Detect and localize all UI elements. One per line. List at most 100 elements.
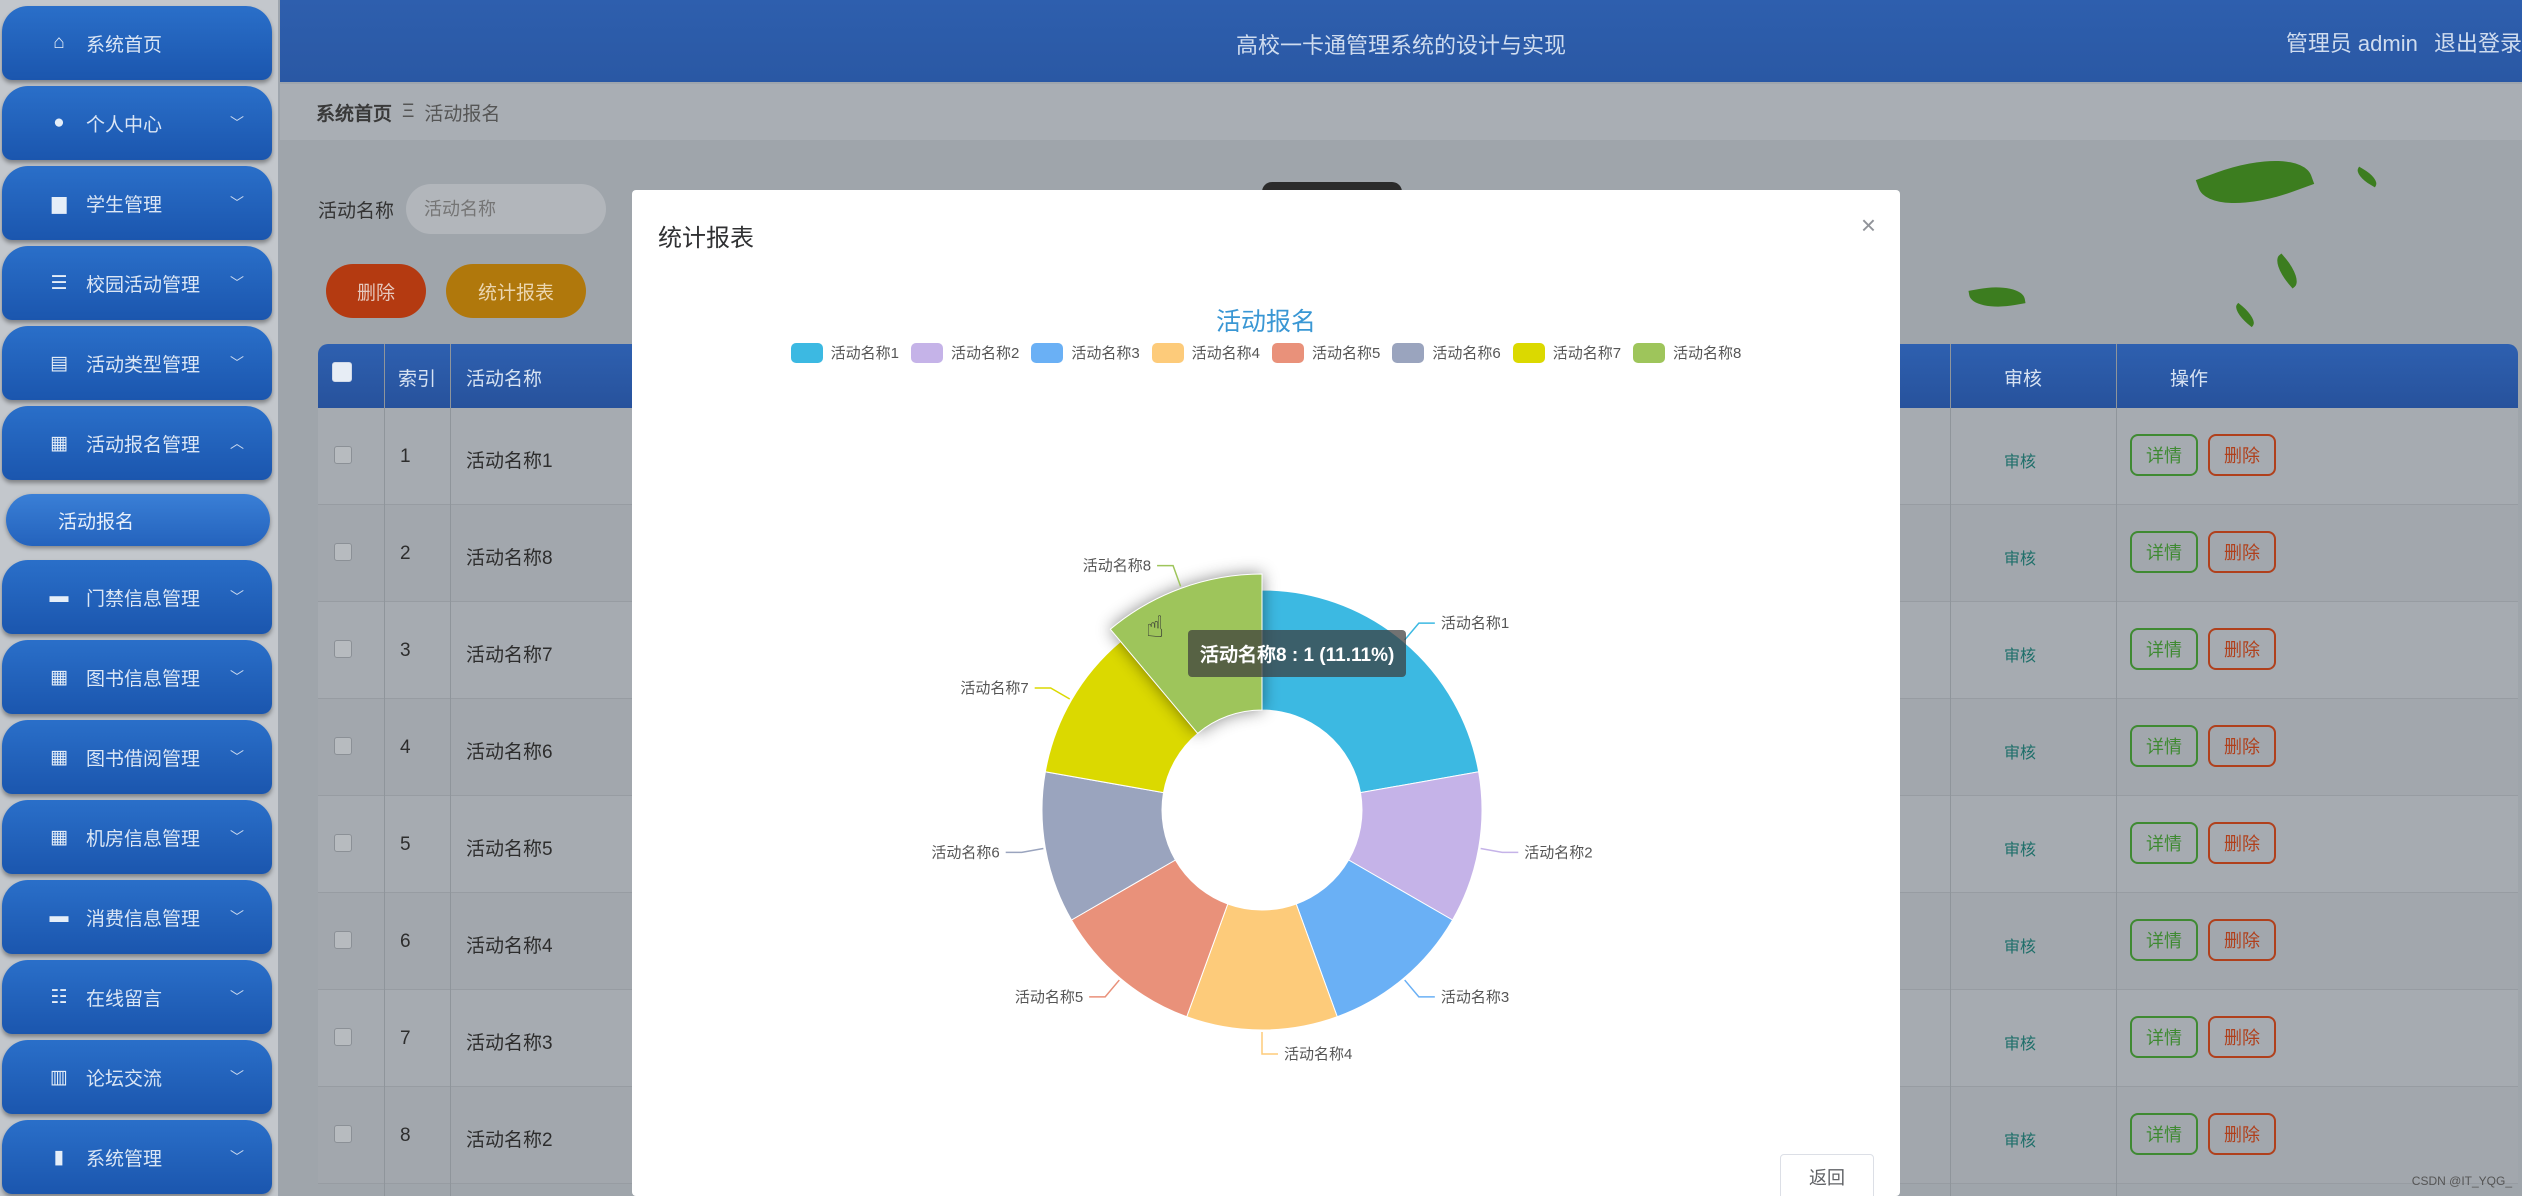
sidebar-item-home[interactable]: ⌂ 系统首页 xyxy=(2,6,272,80)
sidebar-item-campus-activity[interactable]: ☰ 校园活动管理 ﹀ xyxy=(2,246,272,320)
header-ops: 操作 xyxy=(2170,369,2209,390)
audit-link[interactable]: 审核 xyxy=(2004,739,2036,763)
legend-swatch xyxy=(1031,342,1064,363)
row-checkbox[interactable] xyxy=(334,834,352,852)
legend-item[interactable]: 活动名称1 xyxy=(790,342,899,363)
row-checkbox[interactable] xyxy=(334,543,352,561)
legend-swatch xyxy=(790,342,823,363)
slice-label: 活动名称7 xyxy=(960,680,1028,697)
row-delete-button[interactable]: 删除 xyxy=(2208,1016,2276,1058)
detail-button[interactable]: 详情 xyxy=(2130,822,2198,864)
breadcrumb: 系统首页 Ξ 活动报名 xyxy=(280,84,2522,140)
logout-link[interactable]: 退出登录 xyxy=(2434,31,2522,56)
grid-icon: ▦ xyxy=(50,746,68,768)
sidebar-item-profile[interactable]: ● 个人中心 ﹀ xyxy=(2,86,272,160)
row-delete-button[interactable]: 删除 xyxy=(2208,1113,2276,1155)
sidebar-item-system[interactable]: ▮ 系统管理 ﹀ xyxy=(2,1120,272,1194)
app-title: 高校一卡通管理系统的设计与实现 xyxy=(1235,33,1566,58)
close-icon[interactable]: × xyxy=(1861,210,1876,241)
sidebar-item-messages[interactable]: ☷ 在线留言 ﹀ xyxy=(2,960,272,1034)
detail-button[interactable]: 详情 xyxy=(2130,1016,2198,1058)
legend-item[interactable]: 活动名称2 xyxy=(910,342,1019,363)
row-index: 4 xyxy=(400,737,411,758)
report-button[interactable]: 统计报表 xyxy=(446,264,586,318)
sidebar-item-activity-type[interactable]: ▤ 活动类型管理 ﹀ xyxy=(2,326,272,400)
monitor-icon: ▬ xyxy=(49,586,69,607)
row-checkbox[interactable] xyxy=(334,640,352,658)
slice-label: 活动名称5 xyxy=(1015,989,1083,1006)
dialog-title: 统计报表 xyxy=(658,225,754,252)
audit-link[interactable]: 审核 xyxy=(2004,836,2036,860)
label-leader-line xyxy=(1404,979,1435,998)
detail-button[interactable]: 详情 xyxy=(2130,725,2198,767)
row-name: 活动名称7 xyxy=(466,645,553,666)
row-name: 活动名称4 xyxy=(466,936,553,957)
row-delete-button[interactable]: 删除 xyxy=(2208,628,2276,670)
chevron-down-icon: ﹀ xyxy=(230,195,244,211)
slice-label: 活动名称8 xyxy=(1083,558,1151,575)
user-area: 管理员 admin 退出登录 xyxy=(2276,26,2522,58)
detail-button[interactable]: 详情 xyxy=(2130,628,2198,670)
audit-link[interactable]: 审核 xyxy=(2004,545,2036,569)
legend-item[interactable]: 活动名称8 xyxy=(1633,342,1741,363)
audit-link[interactable]: 审核 xyxy=(2004,448,2036,472)
header-audit: 审核 xyxy=(2004,369,2043,390)
sidebar-item-activity-signup[interactable]: ▦ 活动报名管理 ︿ xyxy=(2,406,272,480)
legend-item[interactable]: 活动名称3 xyxy=(1031,342,1140,363)
sidebar-item-computer-room[interactable]: ▦ 机房信息管理 ﹀ xyxy=(2,800,272,874)
row-checkbox[interactable] xyxy=(334,1125,352,1143)
row-index: 7 xyxy=(400,1028,411,1049)
delete-button[interactable]: 删除 xyxy=(326,264,426,318)
legend-item[interactable]: 活动名称4 xyxy=(1151,342,1260,363)
chevron-down-icon: ﹀ xyxy=(230,989,244,1005)
row-delete-button[interactable]: 删除 xyxy=(2208,725,2276,767)
row-checkbox[interactable] xyxy=(334,1028,352,1046)
chevron-down-icon: ﹀ xyxy=(230,115,244,131)
legend-swatch xyxy=(1512,342,1545,363)
sidebar-item-label: 在线留言 xyxy=(86,988,163,1010)
breadcrumb-separator: Ξ xyxy=(402,101,415,122)
row-checkbox[interactable] xyxy=(334,446,352,464)
row-delete-button[interactable]: 删除 xyxy=(2208,434,2276,476)
chart-title: 活动报名 xyxy=(1215,308,1316,336)
row-checkbox[interactable] xyxy=(334,737,352,755)
sidebar-item-consumption[interactable]: ▬ 消费信息管理 ﹀ xyxy=(2,880,272,954)
row-index: 5 xyxy=(400,834,411,855)
legend-label: 活动名称1 xyxy=(830,345,899,362)
row-delete-button[interactable]: 删除 xyxy=(2208,919,2276,961)
legend-label: 活动名称3 xyxy=(1071,345,1140,362)
sidebar-subitem-signup[interactable]: 活动报名 xyxy=(6,494,270,546)
row-delete-button[interactable]: 删除 xyxy=(2208,531,2276,573)
home-icon: ⌂ xyxy=(53,32,65,53)
sidebar-item-books[interactable]: ▦ 图书信息管理 ﹀ xyxy=(2,640,272,714)
detail-button[interactable]: 详情 xyxy=(2130,1113,2198,1155)
breadcrumb-home[interactable]: 系统首页 xyxy=(316,99,392,126)
row-delete-button[interactable]: 删除 xyxy=(2208,822,2276,864)
sidebar-item-access-control[interactable]: ▬ 门禁信息管理 ﹀ xyxy=(2,560,272,634)
user-icon: ● xyxy=(53,112,65,133)
detail-button[interactable]: 详情 xyxy=(2130,919,2198,961)
audit-link[interactable]: 审核 xyxy=(2004,1030,2036,1054)
legend-item[interactable]: 活动名称6 xyxy=(1392,342,1501,363)
legend-item[interactable]: 活动名称5 xyxy=(1272,342,1380,363)
row-name: 活动名称5 xyxy=(466,839,553,860)
chevron-down-icon: ﹀ xyxy=(230,669,244,685)
sidebar-item-borrow[interactable]: ▦ 图书借阅管理 ﹀ xyxy=(2,720,272,794)
audit-link[interactable]: 审核 xyxy=(2004,1127,2036,1151)
audit-link[interactable]: 审核 xyxy=(2004,642,2036,666)
detail-button[interactable]: 详情 xyxy=(2130,531,2198,573)
search-input[interactable] xyxy=(406,184,606,234)
select-all-checkbox[interactable] xyxy=(332,362,352,382)
row-checkbox[interactable] xyxy=(334,931,352,949)
slice-label: 活动名称4 xyxy=(1284,1046,1352,1063)
leaf-decoration xyxy=(2231,302,2259,328)
detail-button[interactable]: 详情 xyxy=(2130,434,2198,476)
legend-item[interactable]: 活动名称7 xyxy=(1512,342,1621,363)
clipboard-icon: ▤ xyxy=(50,352,68,374)
chevron-down-icon: ﹀ xyxy=(230,1149,244,1165)
back-button[interactable]: 返回 xyxy=(1780,1154,1874,1196)
legend-label: 活动名称5 xyxy=(1312,345,1381,362)
sidebar-item-forum[interactable]: ▥ 论坛交流 ﹀ xyxy=(2,1040,272,1114)
audit-link[interactable]: 审核 xyxy=(2004,933,2036,957)
sidebar-item-students[interactable]: ▆ 学生管理 ﹀ xyxy=(2,166,272,240)
